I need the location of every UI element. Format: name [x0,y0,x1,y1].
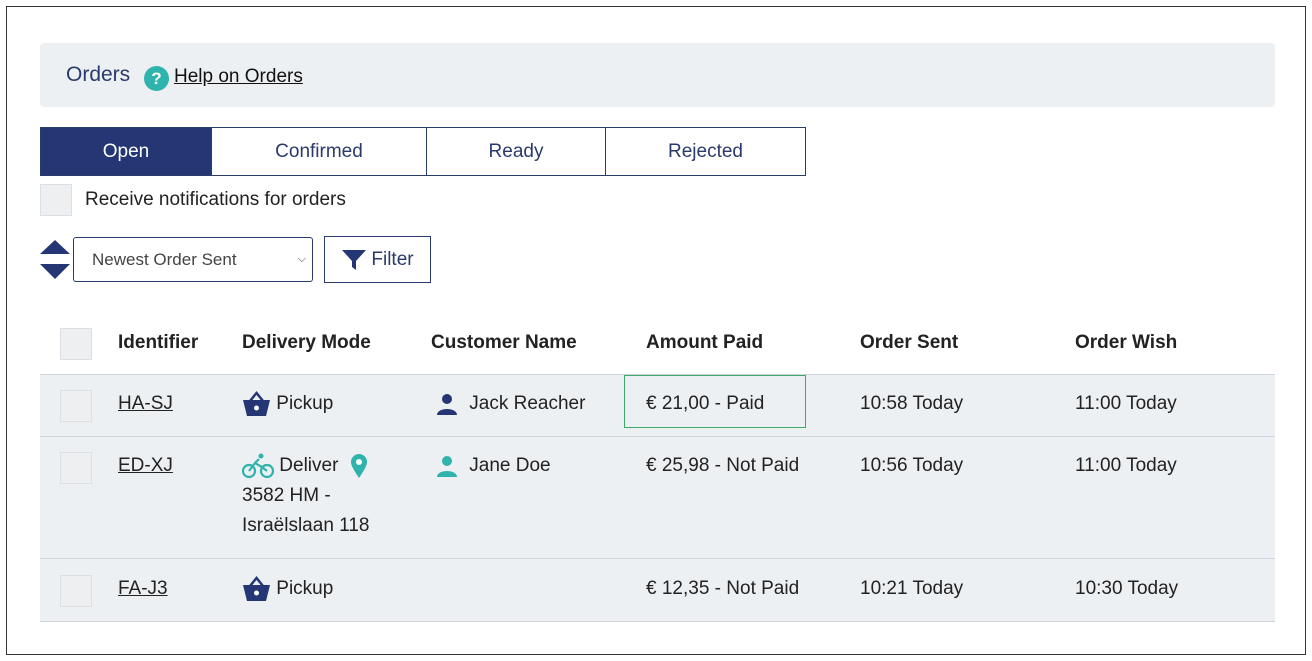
amount-paid: € 12,35 - Not Paid [646,578,800,599]
filter-button[interactable]: Filter [324,236,431,283]
notifications-label: Receive notifications for orders [85,189,346,210]
delivery-address-line1: 3582 HM - [242,485,331,506]
delivery-mode-label: Deliver [279,455,339,476]
notifications-checkbox[interactable] [40,184,72,216]
tab-confirmed[interactable]: Confirmed [212,127,427,176]
page-header: Orders ? Help on Orders [40,43,1275,107]
filter-label: Filter [371,248,414,270]
tab-open[interactable]: Open [40,127,212,176]
customer-name: Jane Doe [436,451,551,481]
table-row[interactable]: HA-SJ Pickup Jack Reacher € 21,00 - Paid… [40,374,1275,436]
row-checkbox[interactable] [60,390,92,422]
order-sent: 10:21 Today [860,578,964,599]
basket-icon [243,391,270,416]
person-icon [437,393,457,415]
sort-arrows-icon[interactable] [40,240,70,280]
delivery-address-line2: Israëlslaan 118 [242,515,370,536]
column-customer-name: Customer Name [431,332,577,353]
select-all-checkbox[interactable] [60,328,92,360]
bicycle-icon [242,453,274,479]
orders-table-header: Identifier Delivery Mode Customer Name A… [40,312,1275,374]
customer-name-label: Jane Doe [469,455,551,476]
order-sent: 10:56 Today [860,455,964,476]
question-circle-icon[interactable]: ? [144,66,169,91]
order-identifier-link[interactable]: ED-XJ [118,451,173,481]
funnel-icon [342,249,367,270]
row-checkbox[interactable] [60,575,92,607]
amount-paid: € 21,00 - Paid [646,393,765,414]
order-status-tabs: Open Confirmed Ready Rejected [40,127,806,176]
sort-selected-value: Newest Order Sent [92,249,237,269]
column-identifier: Identifier [118,332,199,353]
delivery-mode-label: Pickup [276,393,334,414]
column-delivery-mode: Delivery Mode [242,332,371,353]
basket-icon [243,576,270,601]
tab-ready[interactable]: Ready [427,127,606,176]
page-title: Orders [66,63,131,86]
person-icon [437,455,457,477]
customer-name-label: Jack Reacher [469,393,586,414]
column-order-sent: Order Sent [860,332,959,353]
delivery-mode-label: Pickup [276,578,334,599]
column-order-wish: Order Wish [1075,332,1178,353]
table-row[interactable]: FA-J3 Pickup € 12,35 - Not Paid 10:21 To… [40,558,1275,622]
amount-paid: € 25,98 - Not Paid [646,455,800,476]
delivery-mode: Pickup [242,574,333,604]
order-wish: 10:30 Today [1075,578,1179,599]
map-pin-icon[interactable] [350,453,368,479]
sort-order-select[interactable]: Newest Order Sent ⌵ [73,237,313,282]
column-amount-paid: Amount Paid [646,332,764,353]
order-sent: 10:58 Today [860,393,964,414]
order-identifier-link[interactable]: HA-SJ [118,389,173,419]
help-on-orders-link[interactable]: Help on Orders [174,66,303,88]
order-wish: 11:00 Today [1075,393,1177,414]
order-identifier-link[interactable]: FA-J3 [118,574,168,604]
tab-rejected[interactable]: Rejected [606,127,806,176]
row-checkbox[interactable] [60,452,92,484]
delivery-mode: Pickup [242,389,333,419]
order-wish: 11:00 Today [1075,455,1177,476]
customer-name: Jack Reacher [436,389,585,419]
chevron-down-icon: ⌵ [297,253,306,265]
delivery-mode: Deliver [242,451,368,481]
table-row[interactable]: ED-XJ Deliver 3582 HM - Israëlslaan 118 … [40,436,1275,558]
